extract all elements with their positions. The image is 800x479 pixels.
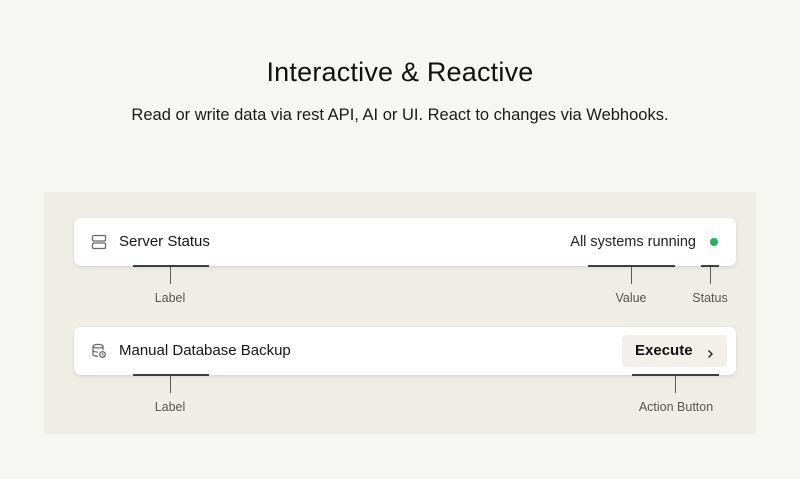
action-button-annotation: Action Button xyxy=(638,400,714,414)
chevron-right-icon xyxy=(705,346,715,358)
server-status-card: Server Status All systems running xyxy=(74,218,736,266)
page-subtitle: Read or write data via rest API, AI or U… xyxy=(131,106,669,124)
label-tick xyxy=(170,267,171,284)
server-icon xyxy=(91,234,107,250)
status-indicator xyxy=(710,238,718,246)
page-title: Interactive & Reactive xyxy=(266,57,534,87)
label-bracket xyxy=(133,374,209,376)
label-annotation: Label xyxy=(154,400,186,414)
status-tick xyxy=(710,267,711,284)
value-annotation: Value xyxy=(615,291,647,305)
label-annotation: Label xyxy=(154,291,186,305)
database-backup-icon xyxy=(91,343,107,359)
database-backup-card: Manual Database Backup Execute xyxy=(74,327,736,375)
value-tick xyxy=(631,267,632,284)
database-backup-label: Manual Database Backup xyxy=(119,342,291,359)
execute-button[interactable]: Execute xyxy=(622,335,727,367)
server-status-label: Server Status xyxy=(119,233,210,250)
execute-button-label: Execute xyxy=(635,342,693,359)
action-button-tick xyxy=(675,376,676,393)
status-annotation: Status xyxy=(692,291,728,305)
server-status-value: All systems running xyxy=(570,234,696,250)
label-bracket xyxy=(133,265,209,267)
label-tick xyxy=(170,376,171,393)
